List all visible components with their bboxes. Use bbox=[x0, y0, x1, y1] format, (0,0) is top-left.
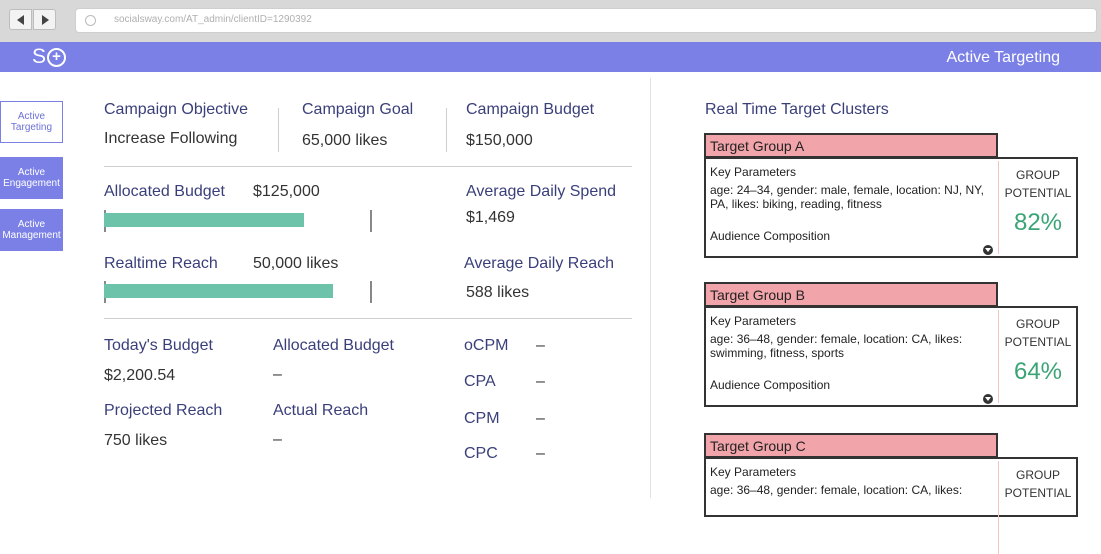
target-group-name: Target Group A bbox=[710, 138, 805, 154]
divider bbox=[998, 161, 999, 254]
average-daily-spend-value: $1,469 bbox=[466, 209, 515, 226]
audience-composition-label: Audience Composition bbox=[710, 378, 831, 392]
chevron-down-icon[interactable] bbox=[983, 245, 993, 255]
projected-reach-label: Projected Reach bbox=[104, 402, 223, 419]
allocated-budget-label: Allocated Budget bbox=[104, 183, 225, 200]
group-potential-label: GROUP POTENTIAL bbox=[1004, 168, 1072, 200]
progress-end-tick bbox=[370, 281, 372, 303]
key-parameters-text: age: 36–48, gender: female, location: CA… bbox=[710, 483, 963, 497]
group-potential-label: GROUP POTENTIAL bbox=[1004, 468, 1072, 500]
site-info-icon bbox=[85, 15, 96, 26]
campaign-budget-value: $150,000 bbox=[466, 132, 533, 149]
target-group-c-header[interactable]: Target Group C bbox=[704, 433, 998, 458]
key-parameters-label: Key Parameters bbox=[710, 165, 797, 179]
allocated-budget-progress-bar bbox=[104, 213, 304, 227]
actual-reach-value: – bbox=[273, 431, 282, 448]
metric-ocpm-value: – bbox=[536, 337, 545, 354]
logo-plus-icon: + bbox=[47, 48, 67, 67]
sidenav-item-active-management[interactable]: Active Management bbox=[0, 209, 63, 251]
campaign-budget-label: Campaign Budget bbox=[466, 101, 595, 118]
target-group-name: Target Group C bbox=[710, 438, 806, 454]
campaign-goal-value: 65,000 likes bbox=[302, 132, 388, 149]
actual-reach-label: Actual Reach bbox=[273, 402, 369, 419]
metric-cpm-label: CPM bbox=[464, 410, 500, 427]
sidenav-item-active-engagement[interactable]: Active Engagement bbox=[0, 157, 63, 199]
browser-toolbar: socialsway.com/AT_admin/clientID=1290392 bbox=[0, 0, 1101, 42]
sidenav-item-active-targeting[interactable]: Active Targeting bbox=[0, 101, 63, 143]
logo[interactable]: S + bbox=[32, 45, 67, 69]
address-bar[interactable]: socialsway.com/AT_admin/clientID=1290392 bbox=[75, 8, 1097, 33]
arrow-left-icon bbox=[17, 15, 24, 25]
sidenav-item-label: Active Management bbox=[2, 219, 61, 241]
divider bbox=[446, 108, 447, 152]
allocated-budget-daily-label: Allocated Budget bbox=[273, 337, 394, 354]
campaign-objective-label: Campaign Objective bbox=[104, 101, 249, 118]
average-daily-reach-value: 588 likes bbox=[466, 284, 530, 301]
key-parameters-text: age: 24–34, gender: male, female, locati… bbox=[710, 183, 984, 211]
target-group-b-header[interactable]: Target Group B bbox=[704, 282, 998, 307]
todays-budget-value: $2,200.54 bbox=[104, 367, 176, 384]
allocated-budget-value: $125,000 bbox=[253, 183, 320, 200]
divider bbox=[998, 461, 999, 554]
realtime-reach-label: Realtime Reach bbox=[104, 255, 218, 272]
key-parameters-text: age: 36–48, gender: female, location: CA… bbox=[710, 332, 963, 360]
average-daily-reach-label: Average Daily Reach bbox=[464, 255, 615, 272]
divider bbox=[278, 108, 279, 152]
group-potential-value: 64% bbox=[1013, 358, 1063, 385]
target-group-c-card: Key Parameters age: 36–48, gender: femal… bbox=[704, 457, 1078, 554]
realtime-reach-value: 50,000 likes bbox=[253, 255, 339, 272]
target-group-name: Target Group B bbox=[710, 287, 805, 303]
divider bbox=[998, 310, 999, 403]
campaign-goal-label: Campaign Goal bbox=[302, 101, 414, 118]
metric-cpa-value: – bbox=[536, 373, 545, 390]
key-parameters-label: Key Parameters bbox=[710, 465, 797, 479]
target-group-a-header[interactable]: Target Group A bbox=[704, 133, 998, 158]
target-group-b-card: Key Parameters age: 36–48, gender: femal… bbox=[704, 306, 1078, 407]
projected-reach-value: 750 likes bbox=[104, 432, 168, 449]
average-daily-spend-label: Average Daily Spend bbox=[466, 183, 617, 200]
arrow-right-icon bbox=[42, 15, 49, 25]
section-divider bbox=[104, 318, 632, 319]
key-parameters-label: Key Parameters bbox=[710, 314, 797, 328]
logo-letter: S bbox=[32, 45, 47, 68]
chevron-down-icon[interactable] bbox=[983, 394, 993, 404]
group-potential-value: 82% bbox=[1013, 209, 1063, 236]
metric-ocpm-label: oCPM bbox=[464, 337, 509, 354]
sidenav-item-label: Active Engagement bbox=[3, 167, 60, 189]
campaign-objective-value: Increase Following bbox=[104, 130, 238, 147]
progress-end-tick bbox=[370, 210, 372, 232]
metric-cpa-label: CPA bbox=[464, 373, 496, 390]
sidenav-item-label: Active Targeting bbox=[10, 111, 53, 133]
app-header: S + Active Targeting bbox=[0, 42, 1101, 72]
todays-budget-label: Today's Budget bbox=[104, 337, 213, 354]
metric-cpc-value: – bbox=[536, 445, 545, 462]
url-text[interactable]: socialsway.com/AT_admin/clientID=1290392 bbox=[114, 14, 312, 25]
target-group-a-card: Key Parameters age: 24–34, gender: male,… bbox=[704, 157, 1078, 258]
metric-cpm-value: – bbox=[536, 410, 545, 427]
clusters-title: Real Time Target Clusters bbox=[705, 101, 889, 118]
metric-cpc-label: CPC bbox=[464, 445, 498, 462]
section-divider bbox=[104, 166, 632, 167]
forward-button[interactable] bbox=[33, 9, 56, 30]
page-title: Active Targeting bbox=[946, 49, 1060, 66]
panel-divider bbox=[650, 78, 651, 498]
audience-composition-label: Audience Composition bbox=[710, 229, 831, 243]
allocated-budget-daily-value: – bbox=[273, 366, 282, 383]
group-potential-label: GROUP POTENTIAL bbox=[1004, 317, 1072, 349]
realtime-reach-progress-bar bbox=[104, 284, 333, 298]
back-button[interactable] bbox=[9, 9, 32, 30]
